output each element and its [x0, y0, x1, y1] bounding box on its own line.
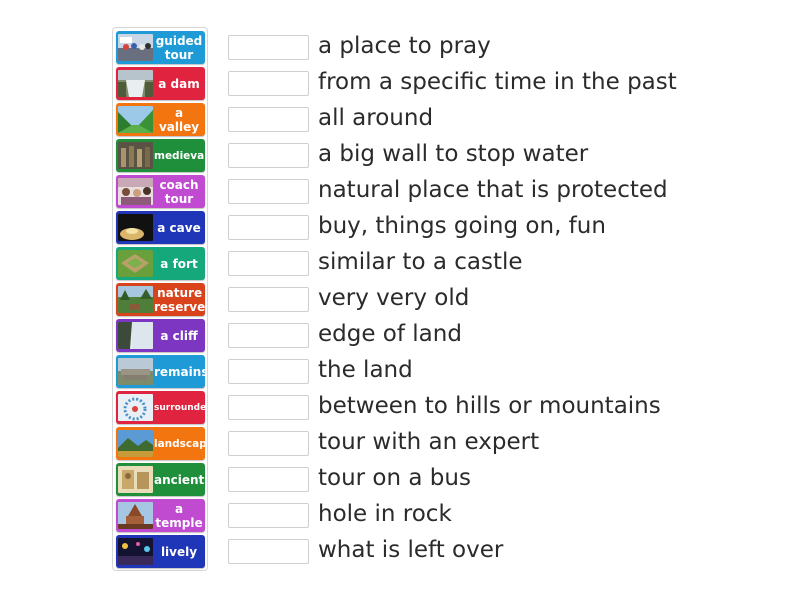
tile-label: nature reserve [154, 285, 205, 314]
drop-slot-4[interactable] [228, 143, 309, 168]
clue-text: a place to pray [318, 33, 491, 59]
drop-slot-7[interactable] [228, 251, 309, 276]
drop-slot-12[interactable] [228, 431, 309, 456]
clue-text: tour with an expert [318, 429, 540, 455]
clue-text: what is left over [318, 537, 504, 563]
tour-group-photo-icon [118, 34, 153, 61]
tile-lively[interactable]: lively [116, 535, 205, 568]
drop-slot-1[interactable] [228, 35, 309, 60]
tile-label: a temple [155, 501, 203, 530]
temple-photo-icon [118, 502, 153, 529]
tile-remains[interactable]: remains [116, 355, 205, 388]
cave-photo-icon [118, 214, 153, 241]
tile-nature-reserve[interactable]: nature reserve [116, 283, 205, 316]
drop-slot-8[interactable] [228, 287, 309, 312]
remains-photo-icon [118, 358, 153, 385]
drop-slot-10[interactable] [228, 359, 309, 384]
clue-text: tour on a bus [318, 465, 471, 491]
tile-label: a fort [160, 256, 198, 271]
drop-slot-9[interactable] [228, 323, 309, 348]
landscape-photo-icon [118, 430, 153, 457]
cliff-photo-icon [118, 322, 153, 349]
tile-guided-tour[interactable]: guided tour [116, 31, 205, 64]
nature-reserve-photo-icon [118, 286, 153, 313]
clue-text: buy, things going on, fun [318, 213, 606, 239]
valley-photo-icon [118, 106, 153, 133]
clue-text: similar to a castle [318, 249, 523, 275]
lively-photo-icon [118, 538, 153, 565]
clue-text: a big wall to stop water [318, 141, 589, 167]
clue-text: from a specific time in the past [318, 69, 677, 95]
tile-a-valley[interactable]: a valley [116, 103, 205, 136]
clue-text: the land [318, 357, 413, 383]
drop-slot-15[interactable] [228, 539, 309, 564]
drop-slot-13[interactable] [228, 467, 309, 492]
tile-a-cliff[interactable]: a cliff [116, 319, 205, 352]
clue-text: edge of land [318, 321, 462, 347]
tile-surrounded[interactable]: surrounded [116, 391, 205, 424]
clue-text: between to hills or mountains [318, 393, 661, 419]
drop-slot-6[interactable] [228, 215, 309, 240]
tile-label: coach tour [159, 177, 199, 206]
tile-label: ancient [154, 472, 205, 487]
clue-text: all around [318, 105, 434, 131]
tile-label: surrounded [154, 402, 205, 413]
clue-text: very very old [318, 285, 470, 311]
medieval-photo-icon [118, 142, 153, 169]
drop-slot-3[interactable] [228, 107, 309, 132]
fort-photo-icon [118, 250, 153, 277]
clue-text: hole in rock [318, 501, 452, 527]
coach-tour-photo-icon [118, 178, 153, 205]
tile-landscape[interactable]: landscape [116, 427, 205, 460]
tile-label: a cliff [160, 328, 198, 343]
tile-label: guided tour [155, 33, 203, 62]
tile-medieval[interactable]: medieval [116, 139, 205, 172]
tile-a-dam[interactable]: a dam [116, 67, 205, 100]
tile-label: a dam [158, 76, 200, 91]
tile-label: remains [154, 364, 205, 379]
tile-coach-tour[interactable]: coach tour [116, 175, 205, 208]
tile-label: landscape [154, 437, 205, 450]
tile-a-temple[interactable]: a temple [116, 499, 205, 532]
drop-slot-2[interactable] [228, 71, 309, 96]
tile-label: lively [160, 544, 198, 559]
dam-photo-icon [118, 70, 153, 97]
drop-slot-11[interactable] [228, 395, 309, 420]
tile-a-fort[interactable]: a fort [116, 247, 205, 280]
tile-label: medieval [154, 149, 205, 162]
surrounded-photo-icon [118, 394, 153, 421]
tile-label: a valley [158, 105, 200, 134]
tile-ancient[interactable]: ancient [116, 463, 205, 496]
tile-label: a cave [157, 220, 201, 235]
drop-slot-14[interactable] [228, 503, 309, 528]
drop-slot-5[interactable] [228, 179, 309, 204]
ancient-photo-icon [118, 466, 153, 493]
tile-a-cave[interactable]: a cave [116, 211, 205, 244]
clue-text: natural place that is protected [318, 177, 668, 203]
